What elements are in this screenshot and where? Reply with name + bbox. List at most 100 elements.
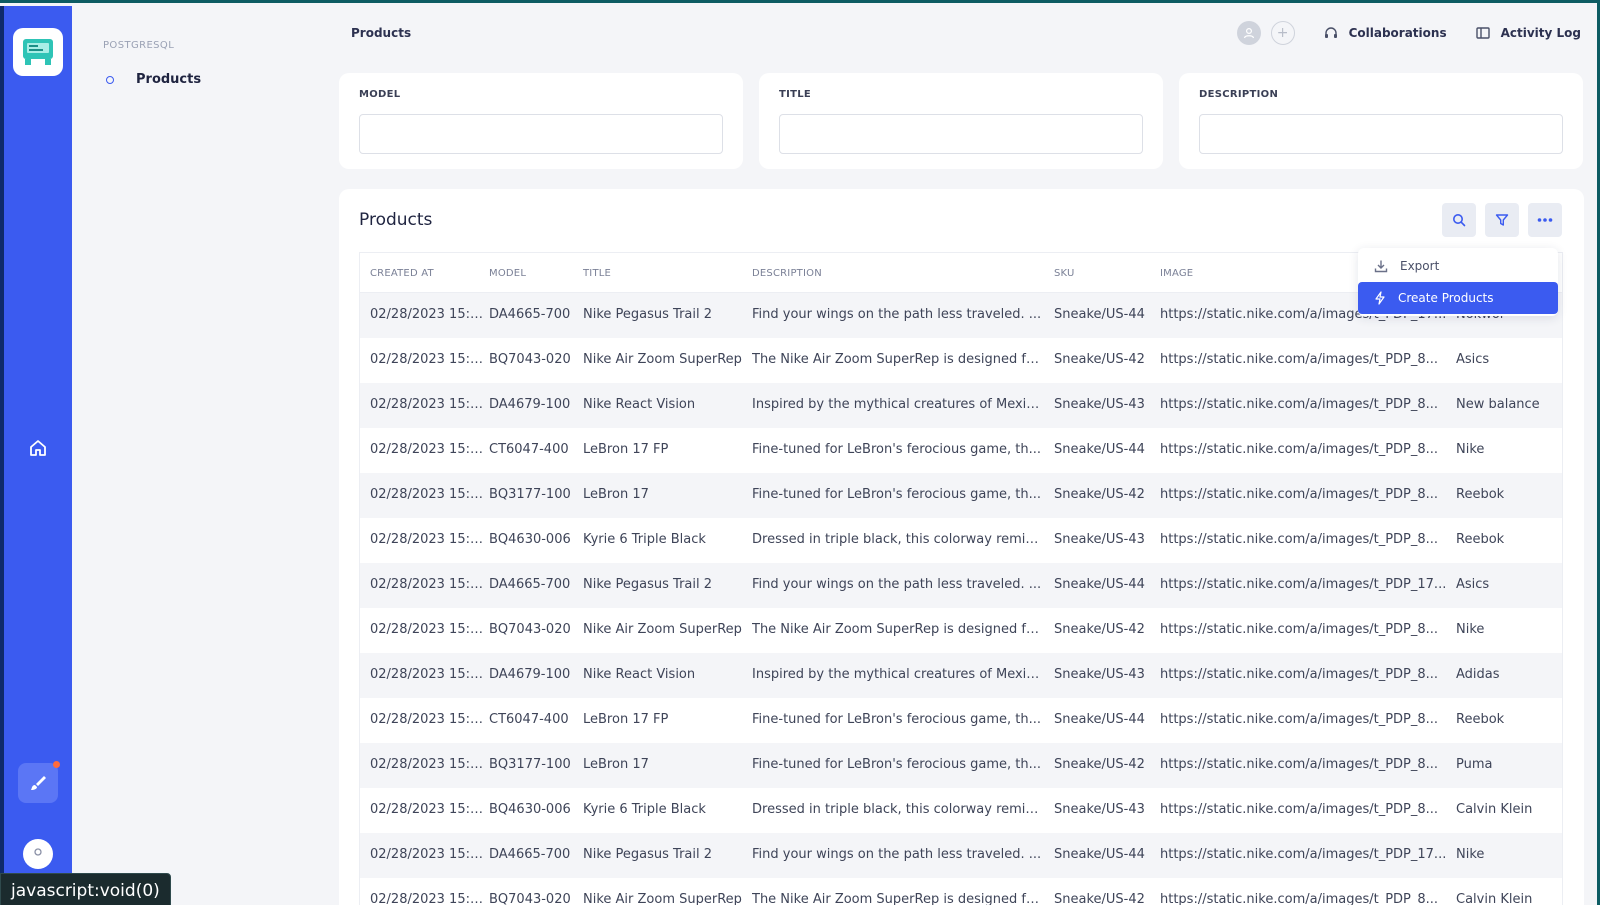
cell-created-at: 02/28/2023 15:11	[370, 442, 485, 457]
column-header-created-at[interactable]: CREATED AT	[370, 268, 434, 279]
book-icon	[1475, 27, 1490, 39]
table-row[interactable]: 02/28/2023 15:11 BQ7043-020 Nike Air Zoom …	[360, 608, 1562, 653]
cell-title: Kyrie 6 Triple Black	[583, 532, 706, 547]
column-header-title[interactable]: TITLE	[583, 268, 611, 279]
cell-brand: Calvin Klein	[1456, 892, 1533, 905]
products-table: CREATED AT MODEL TITLE DESCRIPTION SKU I…	[359, 252, 1563, 905]
cell-sku: Sneake/US-42	[1054, 352, 1145, 367]
table-title: Products	[359, 210, 433, 230]
cell-brand: Nike	[1456, 622, 1485, 637]
cell-description: Fine-tuned for LeBron's ferocious game, …	[752, 487, 1042, 502]
column-header-image[interactable]: IMAGE	[1160, 268, 1193, 279]
sidebar-item-label: Products	[136, 72, 202, 87]
cell-brand: Reebok	[1456, 532, 1505, 547]
cell-model: DA4665-700	[489, 307, 571, 322]
header-actions: + Collaborations Activity Log	[1236, 21, 1581, 45]
cell-created-at: 02/28/2023 15:11	[370, 802, 485, 817]
table-row[interactable]: 02/28/2023 15:11 DA4665-700 Nike Pegasus T…	[360, 833, 1562, 878]
lightning-icon	[1375, 291, 1385, 305]
activity-log-link[interactable]: Activity Log	[1475, 25, 1581, 41]
cell-created-at: 02/28/2023 15:11	[370, 892, 485, 905]
table-row[interactable]: 02/28/2023 15:11 DA4679-100 Nike React Vis…	[360, 653, 1562, 698]
cell-sku: Sneake/US-43	[1054, 667, 1145, 682]
cell-description: Fine-tuned for LeBron's ferocious game, …	[752, 442, 1042, 457]
table-row[interactable]: 02/28/2023 15:11 BQ3177-100 LeBron 17 Fine-…	[360, 743, 1562, 788]
cell-created-at: 02/28/2023 15:11	[370, 352, 485, 367]
table-row[interactable]: 02/28/2023 15:11 BQ7043-020 Nike Air Zoom …	[360, 878, 1562, 905]
cell-description: The Nike Air Zoom SuperRep is designed f…	[752, 352, 1042, 367]
cell-model: BQ7043-020	[489, 352, 571, 367]
user-icon	[34, 848, 42, 856]
user-avatar[interactable]	[23, 839, 53, 869]
menu-item-label: Create Products	[1398, 291, 1494, 305]
cell-model: CT6047-400	[489, 442, 569, 457]
table-body: 02/28/2023 15:11 DA4665-700 Nike Pegasus T…	[360, 293, 1562, 905]
title-filter-input[interactable]	[779, 114, 1143, 154]
table-row[interactable]: 02/28/2023 15:11 BQ7043-020 Nike Air Zoom …	[360, 338, 1562, 383]
menu-item-export[interactable]: Export	[1358, 250, 1558, 282]
cell-image: https://static.nike.com/a/images/t_PDP_8…	[1160, 757, 1439, 772]
cell-title: Nike Pegasus Trail 2	[583, 847, 713, 862]
cell-description: Fine-tuned for LeBron's ferocious game, …	[752, 712, 1042, 727]
sidebar-item-products[interactable]: Products	[106, 72, 201, 87]
plus-icon: +	[1276, 25, 1289, 41]
table-row[interactable]: 02/28/2023 15:11 DA4665-700 Nike Pegasus T…	[360, 563, 1562, 608]
cell-description: Inspired by the mythical creatures of Me…	[752, 667, 1042, 682]
table-row[interactable]: 02/28/2023 15:11 DA4679-100 Nike React Vis…	[360, 383, 1562, 428]
more-options-menu: Export Create Products	[1358, 248, 1558, 316]
collaborator-avatar[interactable]	[1236, 21, 1261, 45]
column-header-model[interactable]: MODEL	[489, 268, 526, 279]
menu-item-label: Export	[1400, 259, 1440, 273]
cell-image: https://static.nike.com/a/images/t_PDP_8…	[1160, 622, 1439, 637]
user-icon	[1243, 27, 1254, 39]
page-title: Products	[351, 26, 412, 40]
cell-model: DA4679-100	[489, 667, 571, 682]
cell-sku: Sneake/US-44	[1054, 577, 1145, 592]
table-row[interactable]: 02/28/2023 15:11 BQ4630-006 Kyrie 6 Triple…	[360, 788, 1562, 833]
cell-title: Nike Air Zoom SuperRep	[583, 892, 742, 905]
cell-sku: Sneake/US-44	[1054, 307, 1145, 322]
brush-button[interactable]	[18, 761, 60, 803]
cell-sku: Sneake/US-42	[1054, 757, 1145, 772]
search-button[interactable]	[1442, 203, 1476, 237]
filter-button[interactable]	[1485, 203, 1519, 237]
description-filter-input[interactable]	[1199, 114, 1563, 154]
cell-sku: Sneake/US-43	[1054, 397, 1145, 412]
column-header-description[interactable]: DESCRIPTION	[752, 268, 822, 279]
more-icon	[1537, 218, 1553, 222]
cell-model: DA4665-700	[489, 577, 571, 592]
more-options-button[interactable]	[1528, 203, 1562, 237]
cell-image: https://static.nike.com/a/images/t_PDP_8…	[1160, 667, 1439, 682]
cell-description: Fine-tuned for LeBron's ferocious game, …	[752, 757, 1042, 772]
app-logo[interactable]	[13, 28, 63, 76]
cell-description: Dressed in triple black, this colorway r…	[752, 532, 1042, 547]
cell-sku: Sneake/US-42	[1054, 487, 1145, 502]
model-filter-input[interactable]	[359, 114, 723, 154]
app-frame: POSTGRESQL Products Products + Collabora…	[0, 0, 1600, 905]
table-row[interactable]: 02/28/2023 15:11 CT6047-400 LeBron 17 FP Fi…	[360, 428, 1562, 473]
cell-image: https://static.nike.com/a/images/t_PDP_8…	[1160, 892, 1439, 905]
table-row[interactable]: 02/28/2023 15:11 BQ3177-100 LeBron 17 Fine-…	[360, 473, 1562, 518]
cell-sku: Sneake/US-44	[1054, 847, 1145, 862]
filter-label: DESCRIPTION	[1199, 89, 1279, 100]
cell-sku: Sneake/US-43	[1054, 802, 1145, 817]
cell-image: https://static.nike.com/a/images/t_PDP_1…	[1160, 847, 1447, 862]
collaborations-link[interactable]: Collaborations	[1323, 25, 1447, 41]
column-header-sku[interactable]: SKU	[1054, 268, 1075, 279]
app-rail	[0, 6, 72, 905]
cell-title: Nike Pegasus Trail 2	[583, 307, 713, 322]
cell-brand: Asics	[1456, 352, 1490, 367]
cell-image: https://static.nike.com/a/images/t_PDP_8…	[1160, 442, 1439, 457]
menu-item-create-products[interactable]: Create Products	[1358, 282, 1558, 314]
add-collaborator-button[interactable]: +	[1270, 21, 1295, 45]
cell-image: https://static.nike.com/a/images/t_PDP_8…	[1160, 352, 1439, 367]
cell-title: LeBron 17 FP	[583, 712, 669, 727]
table-row[interactable]: 02/28/2023 15:11 BQ4630-006 Kyrie 6 Triple…	[360, 518, 1562, 563]
cell-created-at: 02/28/2023 15:11	[370, 487, 485, 502]
table-row[interactable]: 02/28/2023 15:11 CT6047-400 LeBron 17 FP Fi…	[360, 698, 1562, 743]
filter-card-description: DESCRIPTION	[1179, 73, 1583, 169]
cell-sku: Sneake/US-44	[1054, 442, 1145, 457]
cell-brand: Nike	[1456, 442, 1485, 457]
home-icon[interactable]	[26, 436, 50, 460]
circle-icon	[106, 75, 114, 84]
